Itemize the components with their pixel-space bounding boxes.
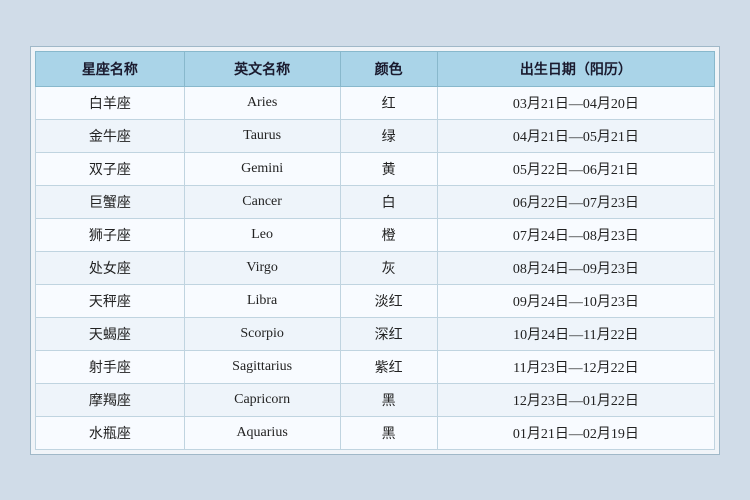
table-row: 摩羯座Capricorn黑12月23日—01月22日 [36, 383, 715, 416]
cell-3-1: Cancer [184, 185, 340, 218]
cell-8-1: Sagittarius [184, 350, 340, 383]
cell-9-2: 黑 [340, 383, 437, 416]
cell-7-2: 深红 [340, 317, 437, 350]
cell-4-0: 狮子座 [36, 218, 185, 251]
header-col-2: 颜色 [340, 51, 437, 86]
header-col-1: 英文名称 [184, 51, 340, 86]
cell-4-3: 07月24日—08月23日 [437, 218, 714, 251]
cell-5-2: 灰 [340, 251, 437, 284]
cell-10-3: 01月21日—02月19日 [437, 416, 714, 449]
cell-6-2: 淡红 [340, 284, 437, 317]
cell-9-3: 12月23日—01月22日 [437, 383, 714, 416]
cell-0-2: 红 [340, 86, 437, 119]
cell-7-0: 天蝎座 [36, 317, 185, 350]
cell-2-3: 05月22日—06月21日 [437, 152, 714, 185]
cell-2-1: Gemini [184, 152, 340, 185]
cell-1-2: 绿 [340, 119, 437, 152]
table-row: 狮子座Leo橙07月24日—08月23日 [36, 218, 715, 251]
cell-10-2: 黑 [340, 416, 437, 449]
zodiac-table-wrapper: 星座名称英文名称颜色出生日期（阳历） 白羊座Aries红03月21日—04月20… [30, 46, 720, 455]
cell-10-1: Aquarius [184, 416, 340, 449]
table-row: 天秤座Libra淡红09月24日—10月23日 [36, 284, 715, 317]
cell-0-1: Aries [184, 86, 340, 119]
table-row: 金牛座Taurus绿04月21日—05月21日 [36, 119, 715, 152]
table-body: 白羊座Aries红03月21日—04月20日金牛座Taurus绿04月21日—0… [36, 86, 715, 449]
table-row: 天蝎座Scorpio深红10月24日—11月22日 [36, 317, 715, 350]
cell-5-1: Virgo [184, 251, 340, 284]
table-row: 巨蟹座Cancer白06月22日—07月23日 [36, 185, 715, 218]
table-row: 水瓶座Aquarius黑01月21日—02月19日 [36, 416, 715, 449]
cell-3-0: 巨蟹座 [36, 185, 185, 218]
cell-3-3: 06月22日—07月23日 [437, 185, 714, 218]
header-col-0: 星座名称 [36, 51, 185, 86]
cell-1-0: 金牛座 [36, 119, 185, 152]
cell-6-3: 09月24日—10月23日 [437, 284, 714, 317]
zodiac-table: 星座名称英文名称颜色出生日期（阳历） 白羊座Aries红03月21日—04月20… [35, 51, 715, 450]
cell-5-0: 处女座 [36, 251, 185, 284]
cell-6-0: 天秤座 [36, 284, 185, 317]
table-row: 白羊座Aries红03月21日—04月20日 [36, 86, 715, 119]
header-col-3: 出生日期（阳历） [437, 51, 714, 86]
cell-1-1: Taurus [184, 119, 340, 152]
cell-4-1: Leo [184, 218, 340, 251]
table-row: 双子座Gemini黄05月22日—06月21日 [36, 152, 715, 185]
cell-8-2: 紫红 [340, 350, 437, 383]
cell-6-1: Libra [184, 284, 340, 317]
cell-0-0: 白羊座 [36, 86, 185, 119]
table-row: 处女座Virgo灰08月24日—09月23日 [36, 251, 715, 284]
cell-8-0: 射手座 [36, 350, 185, 383]
table-header-row: 星座名称英文名称颜色出生日期（阳历） [36, 51, 715, 86]
cell-10-0: 水瓶座 [36, 416, 185, 449]
cell-2-0: 双子座 [36, 152, 185, 185]
cell-2-2: 黄 [340, 152, 437, 185]
cell-4-2: 橙 [340, 218, 437, 251]
cell-0-3: 03月21日—04月20日 [437, 86, 714, 119]
table-row: 射手座Sagittarius紫红11月23日—12月22日 [36, 350, 715, 383]
cell-1-3: 04月21日—05月21日 [437, 119, 714, 152]
cell-7-3: 10月24日—11月22日 [437, 317, 714, 350]
cell-5-3: 08月24日—09月23日 [437, 251, 714, 284]
cell-9-1: Capricorn [184, 383, 340, 416]
cell-3-2: 白 [340, 185, 437, 218]
cell-9-0: 摩羯座 [36, 383, 185, 416]
cell-7-1: Scorpio [184, 317, 340, 350]
cell-8-3: 11月23日—12月22日 [437, 350, 714, 383]
